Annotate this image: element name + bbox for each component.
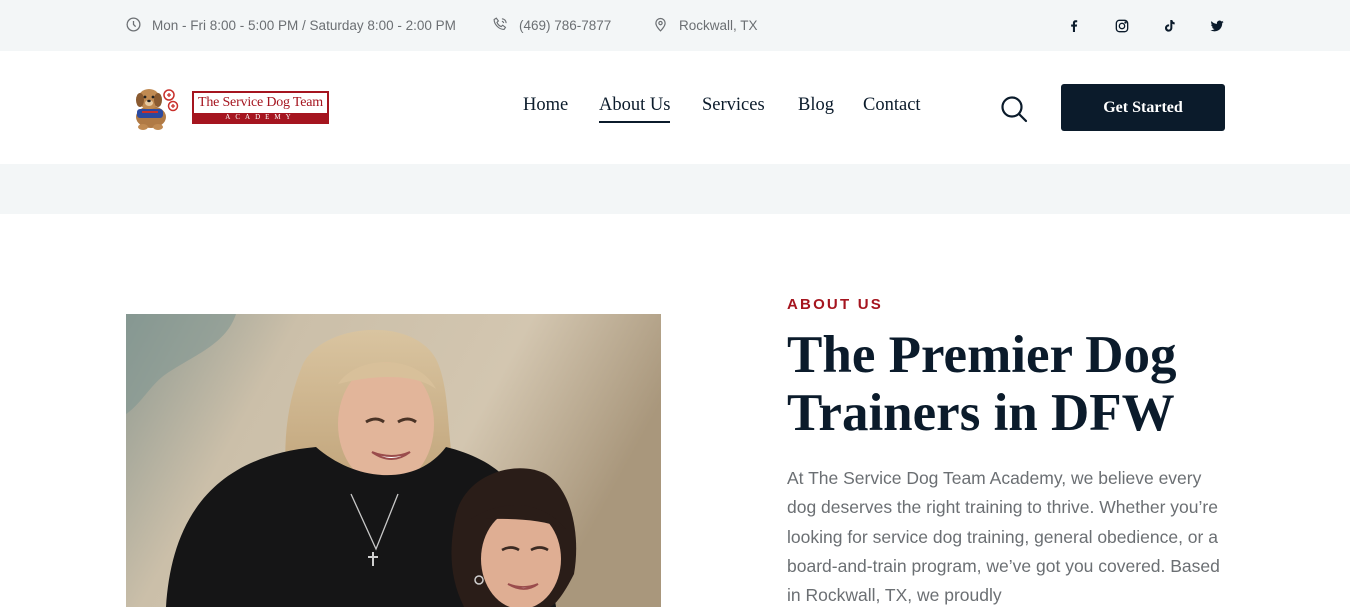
page-headline: The Premier Dog Trainers in DFW [787, 326, 1177, 442]
trainers-photo [126, 314, 661, 607]
get-started-button[interactable]: Get Started [1061, 84, 1225, 131]
nav-item-about-us[interactable]: About Us [599, 95, 671, 123]
page-title-band [0, 164, 1350, 214]
clock-icon [125, 16, 142, 36]
section-eyebrow: ABOUT US [787, 296, 883, 313]
logo-title: The Service Dog Team [198, 95, 323, 110]
nav-item-blog[interactable]: Blog [798, 95, 834, 116]
hours-text: Mon - Fri 8:00 - 5:00 PM / Saturday 8:00… [152, 18, 456, 33]
site-logo[interactable]: The Service Dog Team ACADEMY [129, 84, 331, 132]
map-pin-icon [652, 16, 669, 36]
nav-item-services[interactable]: Services [702, 95, 765, 116]
location-text: Rockwall, TX [679, 18, 758, 33]
instagram-icon[interactable] [1112, 16, 1132, 36]
logo-wordmark: The Service Dog Team ACADEMY [192, 91, 329, 124]
nav-item-home[interactable]: Home [523, 95, 568, 116]
phone-info[interactable]: (469) 786-7877 [492, 0, 611, 51]
dog-mascot-icon [136, 89, 179, 130]
top-info-bar: Mon - Fri 8:00 - 5:00 PM / Saturday 8:00… [0, 0, 1350, 51]
hero-description: At The Service Dog Team Academy, we beli… [787, 468, 1220, 606]
phone-number[interactable]: (469) 786-7877 [519, 18, 611, 33]
location-info: Rockwall, TX [652, 0, 758, 51]
logo-subtitle: ACADEMY [194, 113, 327, 122]
main-header: The Service Dog Team ACADEMY Home About … [0, 51, 1350, 164]
phone-icon [492, 16, 509, 36]
hours-info: Mon - Fri 8:00 - 5:00 PM / Saturday 8:00… [125, 0, 456, 51]
tiktok-icon[interactable] [1159, 16, 1179, 36]
search-icon[interactable] [999, 94, 1029, 124]
twitter-icon[interactable] [1207, 16, 1227, 36]
nav-item-contact[interactable]: Contact [863, 95, 921, 116]
facebook-icon[interactable] [1064, 16, 1084, 36]
